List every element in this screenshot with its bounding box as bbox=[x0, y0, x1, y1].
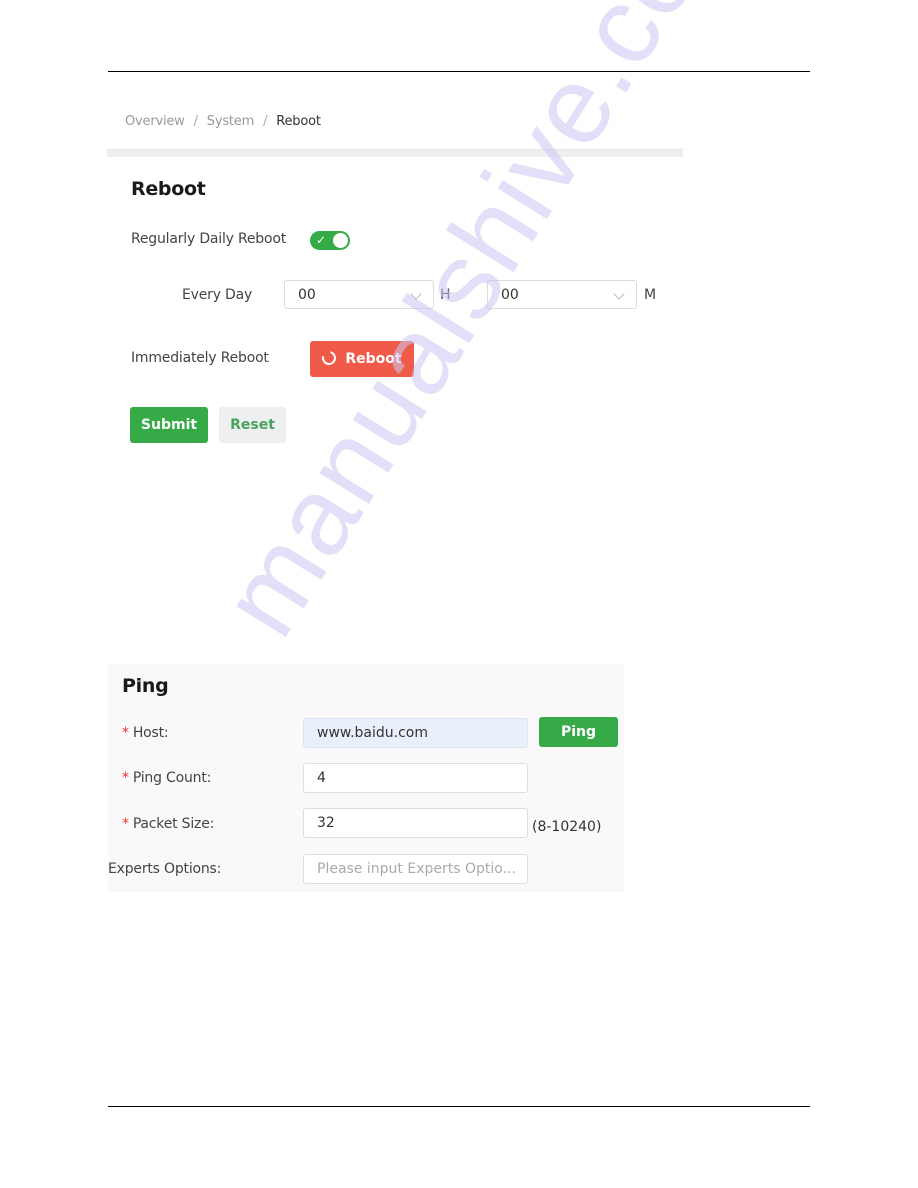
packet-size-input[interactable]: 32 bbox=[303, 808, 528, 838]
breadcrumb-separator: / bbox=[263, 114, 268, 129]
packet-size-label-text: Packet Size: bbox=[132, 816, 215, 832]
experts-options-input[interactable]: Please input Experts Optio... bbox=[303, 854, 528, 884]
ping-title: Ping bbox=[122, 675, 169, 697]
page-footer-rule bbox=[108, 1106, 810, 1107]
daily-reboot-label: Regularly Daily Reboot bbox=[131, 231, 287, 247]
page-header-rule bbox=[108, 71, 810, 72]
check-icon: ✓ bbox=[316, 233, 327, 247]
breadcrumb-system[interactable]: System bbox=[207, 114, 254, 129]
ping-count-label: * Ping Count: bbox=[122, 770, 211, 786]
immediate-reboot-label: Immediately Reboot bbox=[131, 350, 269, 366]
ping-count-input[interactable]: 4 bbox=[303, 763, 528, 793]
reboot-button-label: Reboot bbox=[345, 351, 402, 367]
host-label-text: Host: bbox=[132, 725, 169, 741]
reboot-button[interactable]: Reboot bbox=[310, 341, 414, 377]
every-day-label: Every Day bbox=[182, 287, 253, 303]
breadcrumb: Overview / System / Reboot bbox=[125, 114, 321, 129]
packet-size-label: * Packet Size: bbox=[122, 816, 214, 832]
refresh-icon bbox=[319, 348, 339, 368]
required-mark: * bbox=[122, 725, 129, 741]
toggle-knob bbox=[333, 233, 348, 248]
hour-select[interactable]: 00 bbox=[284, 280, 434, 309]
ping-count-label-text: Ping Count: bbox=[132, 770, 212, 786]
host-input[interactable]: www.baidu.com bbox=[303, 718, 528, 748]
minute-select[interactable]: 00 bbox=[487, 280, 637, 309]
host-label: * Host: bbox=[122, 725, 169, 741]
chevron-down-icon bbox=[613, 288, 625, 300]
daily-reboot-toggle[interactable]: ✓ bbox=[310, 231, 350, 250]
breadcrumb-separator: / bbox=[193, 114, 198, 129]
breadcrumb-overview[interactable]: Overview bbox=[125, 114, 185, 129]
required-mark: * bbox=[122, 816, 129, 832]
watermark: manualshive.com bbox=[197, 0, 772, 657]
chevron-down-icon bbox=[410, 288, 422, 300]
required-mark: * bbox=[122, 770, 129, 786]
minute-unit: M bbox=[644, 287, 657, 303]
submit-button[interactable]: Submit bbox=[130, 407, 208, 443]
experts-options-label: Experts Options: bbox=[108, 861, 222, 877]
breadcrumb-reboot: Reboot bbox=[276, 114, 321, 129]
section-divider bbox=[107, 149, 683, 157]
packet-size-hint: (8-10240) bbox=[532, 819, 602, 835]
hour-unit: H bbox=[440, 287, 451, 303]
minute-value: 00 bbox=[501, 287, 519, 303]
hour-value: 00 bbox=[298, 287, 316, 303]
ping-button[interactable]: Ping bbox=[539, 717, 618, 747]
reboot-title: Reboot bbox=[131, 178, 206, 200]
reset-button[interactable]: Reset bbox=[219, 407, 286, 443]
